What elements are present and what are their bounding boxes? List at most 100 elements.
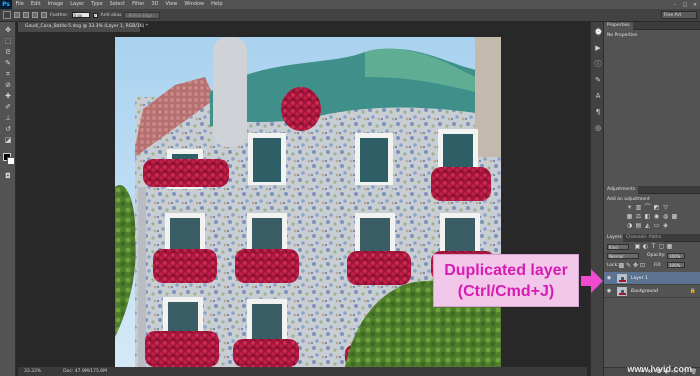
menu-window[interactable]: Window <box>181 0 208 9</box>
lock-transparent-icon[interactable]: ▩ <box>618 262 625 269</box>
flower-box <box>281 87 321 131</box>
lock-all-icon[interactable]: ⊡ <box>639 262 646 269</box>
flower-box <box>235 249 299 283</box>
filter-shape-icon[interactable]: ▢ <box>658 243 665 250</box>
menu-file[interactable]: File <box>12 0 27 9</box>
filter-type-icon[interactable]: T <box>650 243 657 250</box>
document-tab[interactable]: Gaudi_Casa_Batllo-5.dng @ 33.3% (Layer 1… <box>18 22 148 32</box>
layers-panel-header: Layers Channels Paths <box>604 234 700 242</box>
workspace-switcher[interactable]: Fine Art <box>661 11 697 19</box>
exposure-icon[interactable]: ◩ <box>653 204 660 211</box>
layer-thumbnail <box>617 287 627 296</box>
menu-type[interactable]: Type <box>88 0 106 9</box>
tab-layers[interactable]: Layers <box>604 234 625 242</box>
curves-icon[interactable]: ⌒ <box>644 204 651 211</box>
color-balance-icon[interactable]: ⚖ <box>635 213 642 220</box>
lock-icon: 🔒 <box>689 288 696 294</box>
selective-color-icon[interactable]: ◈ <box>662 222 669 229</box>
zoom-level[interactable]: 33.33% <box>24 369 41 374</box>
panel-dock: ⌚ ▶ ⓘ ✎ A ¶ ◎ <box>590 22 604 376</box>
casa-batllo-photo <box>115 37 501 367</box>
tab-paths[interactable]: Paths <box>646 234 665 242</box>
new-selection-icon[interactable] <box>14 12 20 18</box>
vibrance-icon[interactable]: ▽ <box>662 204 669 211</box>
clone-stamp-tool-icon[interactable]: ⊥ <box>4 114 12 122</box>
lock-pixels-icon[interactable]: ✎ <box>625 262 632 269</box>
close-button[interactable]: × <box>692 2 698 8</box>
healing-tool-icon[interactable]: ✚ <box>4 92 12 100</box>
filter-smart-object-icon[interactable]: ▦ <box>666 243 673 250</box>
layer-kind-filter[interactable]: Kind <box>607 244 629 250</box>
brush-tool-icon[interactable]: ✐ <box>4 103 12 111</box>
menu-edit[interactable]: Edit <box>27 0 44 9</box>
blend-mode-select[interactable]: Normal <box>607 253 639 259</box>
refine-edge-button[interactable]: Refine Edge... <box>124 11 161 19</box>
background-color-swatch[interactable] <box>7 157 15 165</box>
menu-image[interactable]: Image <box>44 0 67 9</box>
character-panel-icon[interactable]: A <box>594 92 602 100</box>
quick-select-tool-icon[interactable]: ✎ <box>4 59 12 67</box>
paragraph-panel-icon[interactable]: ¶ <box>594 108 602 116</box>
navigator-panel-icon[interactable]: ◎ <box>594 124 602 132</box>
channel-mixer-icon[interactable]: ◍ <box>662 213 669 220</box>
menu-3d[interactable]: 3D <box>148 0 162 9</box>
maximize-button[interactable]: □ <box>682 2 688 8</box>
move-tool-icon[interactable]: ✥ <box>4 26 12 34</box>
menu-bar: Ps File Edit Image Layer Type Select Fil… <box>0 0 700 9</box>
add-to-selection-icon[interactable] <box>23 12 29 18</box>
history-panel-icon[interactable]: ⌚ <box>594 28 603 36</box>
flower-box <box>143 159 229 187</box>
visibility-eye-icon[interactable]: ◉ <box>606 288 612 294</box>
annotation-arrow-icon <box>581 269 603 293</box>
actions-panel-icon[interactable]: ▶ <box>594 44 602 52</box>
annotation-callout: Duplicated layer (Ctrl/Cmd+J) <box>433 254 579 307</box>
threshold-icon[interactable]: ◭ <box>644 222 651 229</box>
layer-row-background[interactable]: ◉ Background 🔒 <box>604 285 700 298</box>
eraser-tool-icon[interactable]: ◪ <box>4 136 12 144</box>
brush-panel-icon[interactable]: ✎ <box>594 76 602 84</box>
subtract-selection-icon[interactable] <box>32 12 38 18</box>
menu-help[interactable]: Help <box>208 0 226 9</box>
filter-adjustment-icon[interactable]: ◐ <box>642 243 649 250</box>
annotation-line-1: Duplicated layer <box>444 261 568 279</box>
intersect-selection-icon[interactable] <box>41 12 47 18</box>
tab-adjustments[interactable]: Adjustments <box>604 186 639 194</box>
visibility-eye-icon[interactable]: ◉ <box>606 275 612 281</box>
opacity-input[interactable]: 100% <box>667 253 685 259</box>
tower <box>213 37 247 147</box>
posterize-icon[interactable]: ▤ <box>635 222 642 229</box>
crop-tool-icon[interactable]: ⌗ <box>4 70 12 78</box>
menu-select[interactable]: Select <box>106 0 128 9</box>
eyedropper-tool-icon[interactable]: ⊘ <box>4 81 12 89</box>
antialias-checkbox[interactable]: ✓ <box>92 12 98 18</box>
brightness-icon[interactable]: ☀ <box>626 204 633 211</box>
color-lookup-icon[interactable]: ▩ <box>671 213 678 220</box>
menu-layer[interactable]: Layer <box>67 0 88 9</box>
feather-input[interactable]: 0 px <box>71 12 90 18</box>
tab-properties[interactable]: Properties <box>604 22 633 30</box>
menu-filter[interactable]: Filter <box>129 0 148 9</box>
layer-name: Background <box>631 289 658 294</box>
window-controls: – □ × <box>672 0 698 9</box>
history-brush-tool-icon[interactable]: ↺ <box>4 125 12 133</box>
minimize-button[interactable]: – <box>672 2 678 8</box>
lock-position-icon[interactable]: ✥ <box>632 262 639 269</box>
lasso-tool-icon[interactable]: ᘓ <box>4 48 12 56</box>
layer-row-layer-1[interactable]: ◉ Layer 1 <box>604 272 700 285</box>
filter-pixel-icon[interactable]: ▣ <box>634 243 641 250</box>
quick-mask-icon[interactable]: ◘ <box>4 172 12 180</box>
window <box>360 138 388 182</box>
watermark: www.lvvid.com <box>627 364 692 374</box>
lasso-tool-preset-icon[interactable] <box>3 11 11 19</box>
menu-view[interactable]: View <box>162 0 181 9</box>
document-image[interactable] <box>115 37 501 367</box>
black-white-icon[interactable]: ◧ <box>644 213 651 220</box>
photo-filter-icon[interactable]: ◉ <box>653 213 660 220</box>
fill-input[interactable]: 100% <box>667 262 685 268</box>
invert-icon[interactable]: ◑ <box>626 222 633 229</box>
info-panel-icon[interactable]: ⓘ <box>594 60 602 68</box>
hue-saturation-icon[interactable]: ▦ <box>626 213 633 220</box>
gradient-map-icon[interactable]: ▭ <box>653 222 660 229</box>
marquee-tool-icon[interactable]: ⬚ <box>4 37 12 45</box>
levels-icon[interactable]: ▥ <box>635 204 642 211</box>
